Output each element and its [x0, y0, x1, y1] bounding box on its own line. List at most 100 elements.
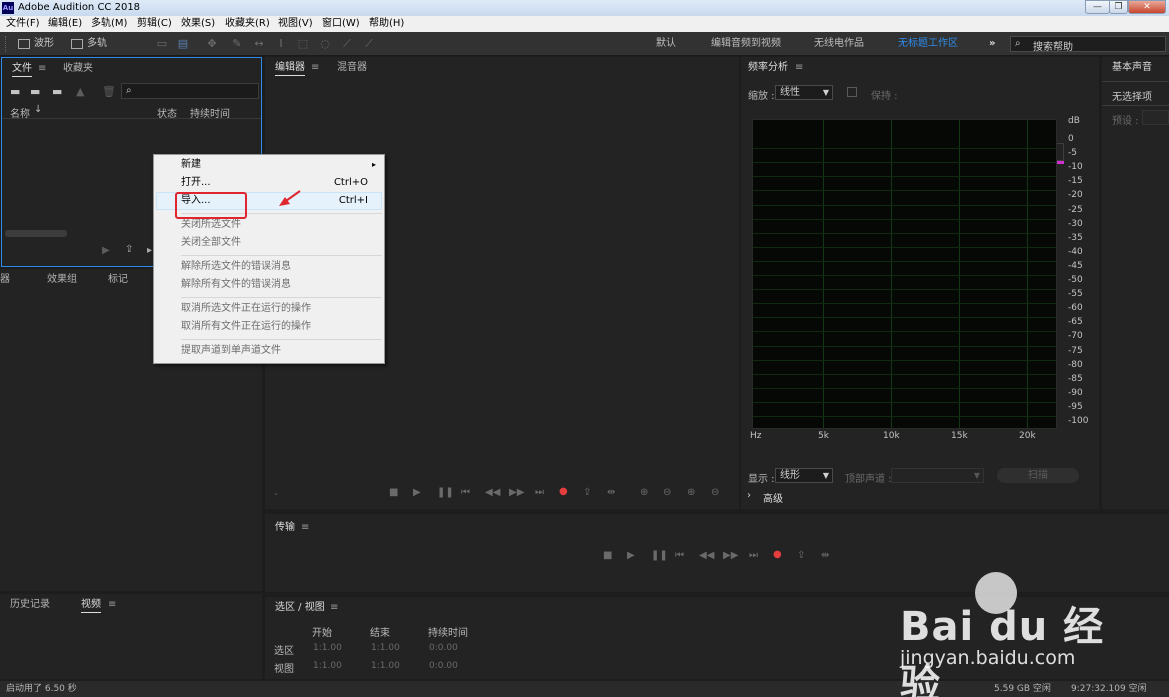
menu-item-cancel-selected-ops[interactable]: 取消所选文件正在运行的操作: [181, 300, 311, 318]
rewind-icon[interactable]: ◀◀: [699, 550, 714, 561]
files-scrollbar[interactable]: [5, 230, 67, 237]
menu-file[interactable]: 文件(F): [6, 16, 40, 32]
zoom-out-time-icon[interactable]: ⊖: [711, 487, 719, 498]
menu-item-close-all[interactable]: 关闭全部文件: [181, 234, 241, 252]
multitrack-view-button[interactable]: 多轨: [67, 36, 107, 52]
loop-icon[interactable]: ⇪: [583, 487, 591, 498]
tab-history[interactable]: 历史记录: [10, 598, 50, 612]
workspace-radio-production[interactable]: 无线电作品: [814, 37, 864, 51]
play-icon[interactable]: ▶: [627, 550, 635, 561]
move-tool-icon[interactable]: ✥: [205, 37, 219, 51]
slip-tool-icon[interactable]: ↔: [252, 37, 266, 51]
zoom-in-time-icon[interactable]: ⊕: [687, 487, 695, 498]
files-panel-menu-icon[interactable]: ≡: [38, 63, 46, 74]
menu-item-dismiss-all-errors[interactable]: 解除所有文件的错误消息: [181, 276, 291, 294]
waveform-view-button[interactable]: 波形: [14, 36, 54, 52]
display-type-select[interactable]: 线形 ▼: [775, 468, 833, 483]
go-to-end-icon[interactable]: ⏭: [749, 550, 758, 561]
go-to-end-icon[interactable]: ⏭: [535, 487, 544, 498]
column-name[interactable]: 名称: [10, 105, 30, 120]
menu-item-extract-channels[interactable]: 提取声道到单声道文件: [181, 342, 281, 360]
menu-window[interactable]: 窗口(W): [322, 16, 360, 32]
razor-tool-icon[interactable]: ✎: [230, 37, 244, 51]
search-help-input[interactable]: ⌕ 搜索帮助: [1010, 36, 1166, 53]
play-icon[interactable]: ▶: [102, 245, 110, 256]
view-end[interactable]: 1:1.00: [371, 661, 400, 671]
scan-button[interactable]: 扫描: [997, 468, 1079, 483]
marquee-tool-icon[interactable]: ⬚: [296, 37, 310, 51]
pause-icon[interactable]: ❚❚: [437, 487, 454, 498]
selection-panel-menu-icon[interactable]: ≡: [330, 602, 338, 613]
minimize-button[interactable]: —: [1085, 0, 1110, 14]
fast-forward-icon[interactable]: ▶▶: [509, 487, 524, 498]
export-icon[interactable]: ⇪: [125, 244, 133, 255]
selection-duration[interactable]: 0:0.00: [429, 643, 458, 653]
time-selection-tool-icon[interactable]: I: [274, 37, 288, 51]
menu-edit[interactable]: 编辑(E): [48, 16, 82, 32]
play-icon[interactable]: ▶: [413, 487, 421, 498]
stop-icon[interactable]: ■: [603, 550, 612, 561]
menu-clip[interactable]: 剪辑(C): [137, 16, 172, 32]
insert-into-multitrack-icon[interactable]: ▲: [76, 85, 84, 98]
workspace-untitled[interactable]: 无标题工作区: [898, 37, 958, 51]
menu-item-dismiss-selected-errors[interactable]: 解除所选文件的错误消息: [181, 258, 291, 276]
menu-item-cancel-all-ops[interactable]: 取消所有文件正在运行的操作: [181, 318, 311, 336]
menu-view[interactable]: 视图(V): [278, 16, 313, 32]
zoom-out-amplitude-icon[interactable]: ⊖: [663, 487, 671, 498]
zoom-in-amplitude-icon[interactable]: ⊕: [640, 487, 648, 498]
brush-tool-icon[interactable]: ⟋: [340, 37, 354, 51]
tab-markers[interactable]: 标记: [108, 273, 128, 287]
spot-healing-icon[interactable]: ⟋: [362, 37, 376, 51]
chevron-right-icon[interactable]: ›: [747, 490, 751, 501]
video-panel-menu-icon[interactable]: ≡: [108, 599, 116, 610]
editor-panel-menu-icon[interactable]: ≡: [311, 62, 319, 73]
menu-item-new[interactable]: 新建: [181, 156, 201, 174]
selection-start[interactable]: 1:1.00: [313, 643, 342, 653]
tab-video[interactable]: 视频: [81, 598, 101, 613]
frequency-panel-menu-icon[interactable]: ≡: [795, 62, 803, 73]
menu-favorites[interactable]: 收藏夹(R): [225, 16, 270, 32]
tab-effects-rack[interactable]: 效果组: [47, 273, 77, 287]
advanced-toggle[interactable]: 高级: [763, 490, 783, 505]
spectral-display-icon[interactable]: ▭: [155, 37, 169, 51]
maximize-button[interactable]: ❐: [1109, 0, 1128, 14]
top-channel-select[interactable]: ▼: [891, 468, 984, 483]
transport-panel-menu-icon[interactable]: ≡: [301, 522, 309, 533]
go-to-start-icon[interactable]: ⏮: [675, 550, 684, 561]
zoom-scale-select[interactable]: 线性 ▼: [775, 85, 833, 100]
open-file-icon[interactable]: ▬: [10, 85, 20, 98]
column-duration[interactable]: 持续时间: [190, 105, 230, 120]
column-status[interactable]: 状态: [157, 105, 177, 120]
view-duration[interactable]: 0:0.00: [429, 661, 458, 671]
tab-files[interactable]: 文件: [12, 62, 32, 77]
delete-icon[interactable]: 🗑: [102, 85, 116, 98]
menu-help[interactable]: 帮助(H): [369, 16, 404, 32]
pause-icon[interactable]: ❚❚: [651, 550, 668, 561]
record-icon[interactable]: ●: [559, 486, 568, 497]
tab-favorites[interactable]: 收藏夹: [63, 62, 93, 76]
spectral-pitch-icon[interactable]: ▤: [176, 37, 190, 51]
rewind-icon[interactable]: ◀◀: [485, 487, 500, 498]
lasso-tool-icon[interactable]: ◌: [318, 37, 332, 51]
view-start[interactable]: 1:1.00: [313, 661, 342, 671]
import-file-icon[interactable]: ▬: [30, 85, 40, 98]
more-workspaces-button[interactable]: »: [989, 37, 995, 51]
workspace-edit-audio-to-video[interactable]: 编辑音频到视频: [711, 37, 781, 51]
close-button[interactable]: ✕: [1128, 0, 1166, 14]
new-file-icon[interactable]: ▬: [52, 85, 62, 98]
menu-item-open[interactable]: 打开...: [181, 174, 211, 192]
tab-editor[interactable]: 编辑器: [275, 61, 305, 76]
selection-end[interactable]: 1:1.00: [371, 643, 400, 653]
autoplay-icon[interactable]: ▸: [147, 245, 152, 256]
skip-selection-icon[interactable]: ⇹: [821, 550, 829, 561]
loop-icon[interactable]: ⇪: [797, 550, 805, 561]
record-icon[interactable]: ●: [773, 549, 782, 560]
stop-icon[interactable]: ■: [389, 487, 398, 498]
tab-mixer[interactable]: 混音器: [337, 61, 367, 75]
menu-effects[interactable]: 效果(S): [181, 16, 215, 32]
fast-forward-icon[interactable]: ▶▶: [723, 550, 738, 561]
preset-select[interactable]: [1142, 110, 1169, 125]
files-search-input[interactable]: ⌕: [121, 83, 259, 99]
tab-media-browser[interactable]: 器: [0, 273, 10, 287]
workspace-default[interactable]: 默认: [656, 37, 676, 51]
